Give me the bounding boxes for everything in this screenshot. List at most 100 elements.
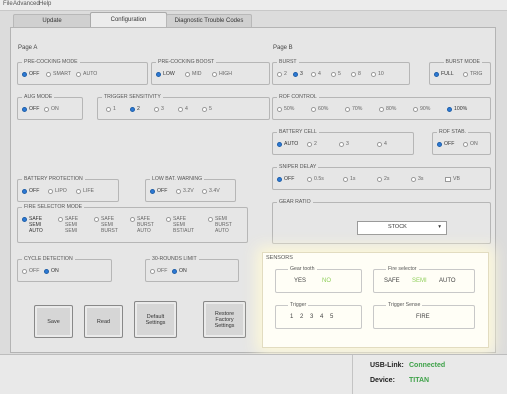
sniper-delay-off-radio[interactable]: OFF <box>277 176 294 182</box>
fire-selector-mode-option-4-radio[interactable]: SAFE BURST AUTO <box>130 216 154 234</box>
burst-10-radio[interactable]: 10 <box>371 71 384 77</box>
trigger-sensitivity-2-radio[interactable]: 2 <box>130 106 140 112</box>
usb-link-status: Connected <box>409 362 446 369</box>
low-bat-warning-3-2v-radio[interactable]: 3.2V <box>176 188 194 194</box>
rof-control-50-radio[interactable]: 50% <box>277 106 294 112</box>
gear-ratio-select[interactable]: STOCK ▾ <box>357 221 447 235</box>
trigger-title: Trigger <box>288 302 309 308</box>
menu-file[interactable]: File <box>3 1 13 7</box>
trigger-sense-sensor: Trigger Sense FIRE <box>373 302 475 329</box>
battery-cell-auto-radio[interactable]: AUTO <box>277 141 298 147</box>
tab-update[interactable]: Update <box>13 14 91 27</box>
read-button[interactable]: Read <box>84 305 123 338</box>
sniper-delay-2s-radio[interactable]: 2s <box>377 176 389 182</box>
group-title: CYCLE DETECTION <box>22 256 75 262</box>
sniper-delay-group: SNIPER DELAY OFF 0.5s 1s 2s 3s VB <box>272 164 491 190</box>
group-title: AUG MODE <box>22 94 55 100</box>
fire-selector-title: Fire selector <box>386 266 419 272</box>
burst-mode-full-radio[interactable]: FULL <box>434 71 454 77</box>
trigger-sensitivity-1-radio[interactable]: 1 <box>106 106 116 112</box>
battery-cell-4-radio[interactable]: 4 <box>377 141 387 147</box>
trigger-sensitivity-4-radio[interactable]: 4 <box>178 106 188 112</box>
battery-protection-off-radio[interactable]: OFF <box>22 188 39 194</box>
burst-5-radio[interactable]: 5 <box>331 71 341 77</box>
sniper-delay-1s-radio[interactable]: 1s <box>343 176 355 182</box>
group-title: 30-ROUNDS LIMIT <box>150 256 199 262</box>
rof-stab-group: ROF STAB. OFF ON <box>432 129 491 155</box>
low-bat-warning-off-radio[interactable]: OFF <box>150 188 167 194</box>
rof-stab-on-radio[interactable]: ON <box>463 141 478 147</box>
fire-selector-sensor: Fire selector SAFE SEMI AUTO <box>373 266 475 293</box>
precocking-boost-mid-radio[interactable]: MID <box>185 71 202 77</box>
group-title: FIRE SELECTOR MODE <box>22 204 85 210</box>
battery-cell-2-radio[interactable]: 2 <box>307 141 317 147</box>
trigger-1: 1 <box>290 314 294 320</box>
low-bat-warning-3-4v-radio[interactable]: 3.4V <box>202 188 220 194</box>
trigger-sense-value: FIRE <box>416 314 430 320</box>
cycle-detection-off-radio[interactable]: OFF <box>22 268 39 274</box>
aug-mode-on-radio[interactable]: ON <box>44 106 59 112</box>
menu-help[interactable]: Help <box>39 1 51 7</box>
rof-stab-off-radio[interactable]: OFF <box>437 141 454 147</box>
sensors-panel: SENSORS Gear tooth YES NO Fire selector … <box>262 252 489 348</box>
trigger-2: 2 <box>300 314 304 320</box>
precocking-boost-low-radio[interactable]: LOW <box>156 71 175 77</box>
burst-mode-trig-radio[interactable]: TRIG <box>463 71 482 77</box>
group-title: BURST MODE <box>443 59 482 65</box>
trigger-sense-title: Trigger Sense <box>386 302 423 308</box>
fire-selector-mode-option-3-radio[interactable]: SAFE SEMI BURST <box>94 216 118 234</box>
fire-selector-mode-option-5-radio[interactable]: SAFE SEMI BST/AUT <box>166 216 194 234</box>
status-divider <box>352 355 353 394</box>
burst-3-radio[interactable]: 3 <box>293 71 303 77</box>
group-title: BATTERY PROTECTION <box>22 176 85 182</box>
menu-advanced[interactable]: Advanced <box>13 1 40 7</box>
rof-control-60-radio[interactable]: 60% <box>311 106 328 112</box>
fire-selector-mode-option-6-radio[interactable]: SEMI BURST AUTO <box>208 216 232 234</box>
fire-selector-mode-option-2-radio[interactable]: SAFE SEMI SEMI <box>58 216 78 234</box>
low-bat-warning-group: LOW BAT. WARNING OFF 3.2V 3.4V <box>145 176 236 202</box>
restore-factory-settings-button[interactable]: Restore Factory Settings <box>203 301 246 338</box>
rounds-limit-on-radio[interactable]: ON <box>172 268 187 274</box>
rounds-limit-off-radio[interactable]: OFF <box>150 268 167 274</box>
trigger-sensitivity-group: TRIGGER SENSITIVITY 1 2 3 4 5 <box>97 94 270 120</box>
battery-protection-lipo-radio[interactable]: LIPO <box>48 188 67 194</box>
precocking-boost-group: PRE-COCKING BOOST LOW MID HIGH <box>151 59 270 85</box>
device-label: Device: <box>370 377 395 384</box>
cycle-detection-on-radio[interactable]: ON <box>44 268 59 274</box>
burst-mode-group: BURST MODE FULL TRIG <box>429 59 491 85</box>
precocking-mode-smart-radio[interactable]: SMART <box>46 71 71 77</box>
fire-selector-auto: AUTO <box>439 278 456 284</box>
gear-ratio-value: STOCK <box>388 224 407 230</box>
vb-checkbox[interactable]: VB <box>445 176 460 182</box>
precocking-boost-high-radio[interactable]: HIGH <box>212 71 232 77</box>
rof-control-100-radio[interactable]: 100% <box>447 106 467 112</box>
fire-selector-mode-option-1-radio[interactable]: SAFE SEMI AUTO <box>22 216 43 234</box>
burst-group: BURST 2 3 4 5 8 10 <box>272 59 410 85</box>
default-settings-button[interactable]: Default Settings <box>134 301 177 338</box>
group-title: ROF STAB. <box>437 129 468 135</box>
tab-diagnostic-trouble-codes[interactable]: Diagnostic Trouble Codes <box>166 14 252 27</box>
sniper-delay-0-5s-radio[interactable]: 0.5s <box>307 176 324 182</box>
battery-protection-life-radio[interactable]: LIFE <box>76 188 94 194</box>
precocking-mode-off-radio[interactable]: OFF <box>22 71 39 77</box>
page-a-title: Page A <box>18 45 38 51</box>
group-title: SNIPER DELAY <box>277 164 319 170</box>
battery-cell-3-radio[interactable]: 3 <box>339 141 349 147</box>
chevron-down-icon: ▾ <box>438 224 441 230</box>
burst-4-radio[interactable]: 4 <box>311 71 321 77</box>
cycle-detection-group: CYCLE DETECTION OFF ON <box>17 256 112 282</box>
tab-configuration[interactable]: Configuration <box>90 12 167 28</box>
sniper-delay-3s-radio[interactable]: 3s <box>411 176 423 182</box>
rof-control-70-radio[interactable]: 70% <box>345 106 362 112</box>
rof-control-80-radio[interactable]: 80% <box>379 106 396 112</box>
aug-mode-off-radio[interactable]: OFF <box>22 106 39 112</box>
trigger-sensitivity-3-radio[interactable]: 3 <box>154 106 164 112</box>
status-bar: USB-Link: Connected Device: TITAN <box>0 354 507 394</box>
trigger-sensitivity-5-radio[interactable]: 5 <box>202 106 212 112</box>
burst-8-radio[interactable]: 8 <box>351 71 361 77</box>
rof-control-90-radio[interactable]: 90% <box>413 106 430 112</box>
precocking-mode-auto-radio[interactable]: AUTO <box>76 71 97 77</box>
save-button[interactable]: Save <box>34 305 73 338</box>
burst-2-radio[interactable]: 2 <box>277 71 287 77</box>
trigger-4: 4 <box>320 314 324 320</box>
